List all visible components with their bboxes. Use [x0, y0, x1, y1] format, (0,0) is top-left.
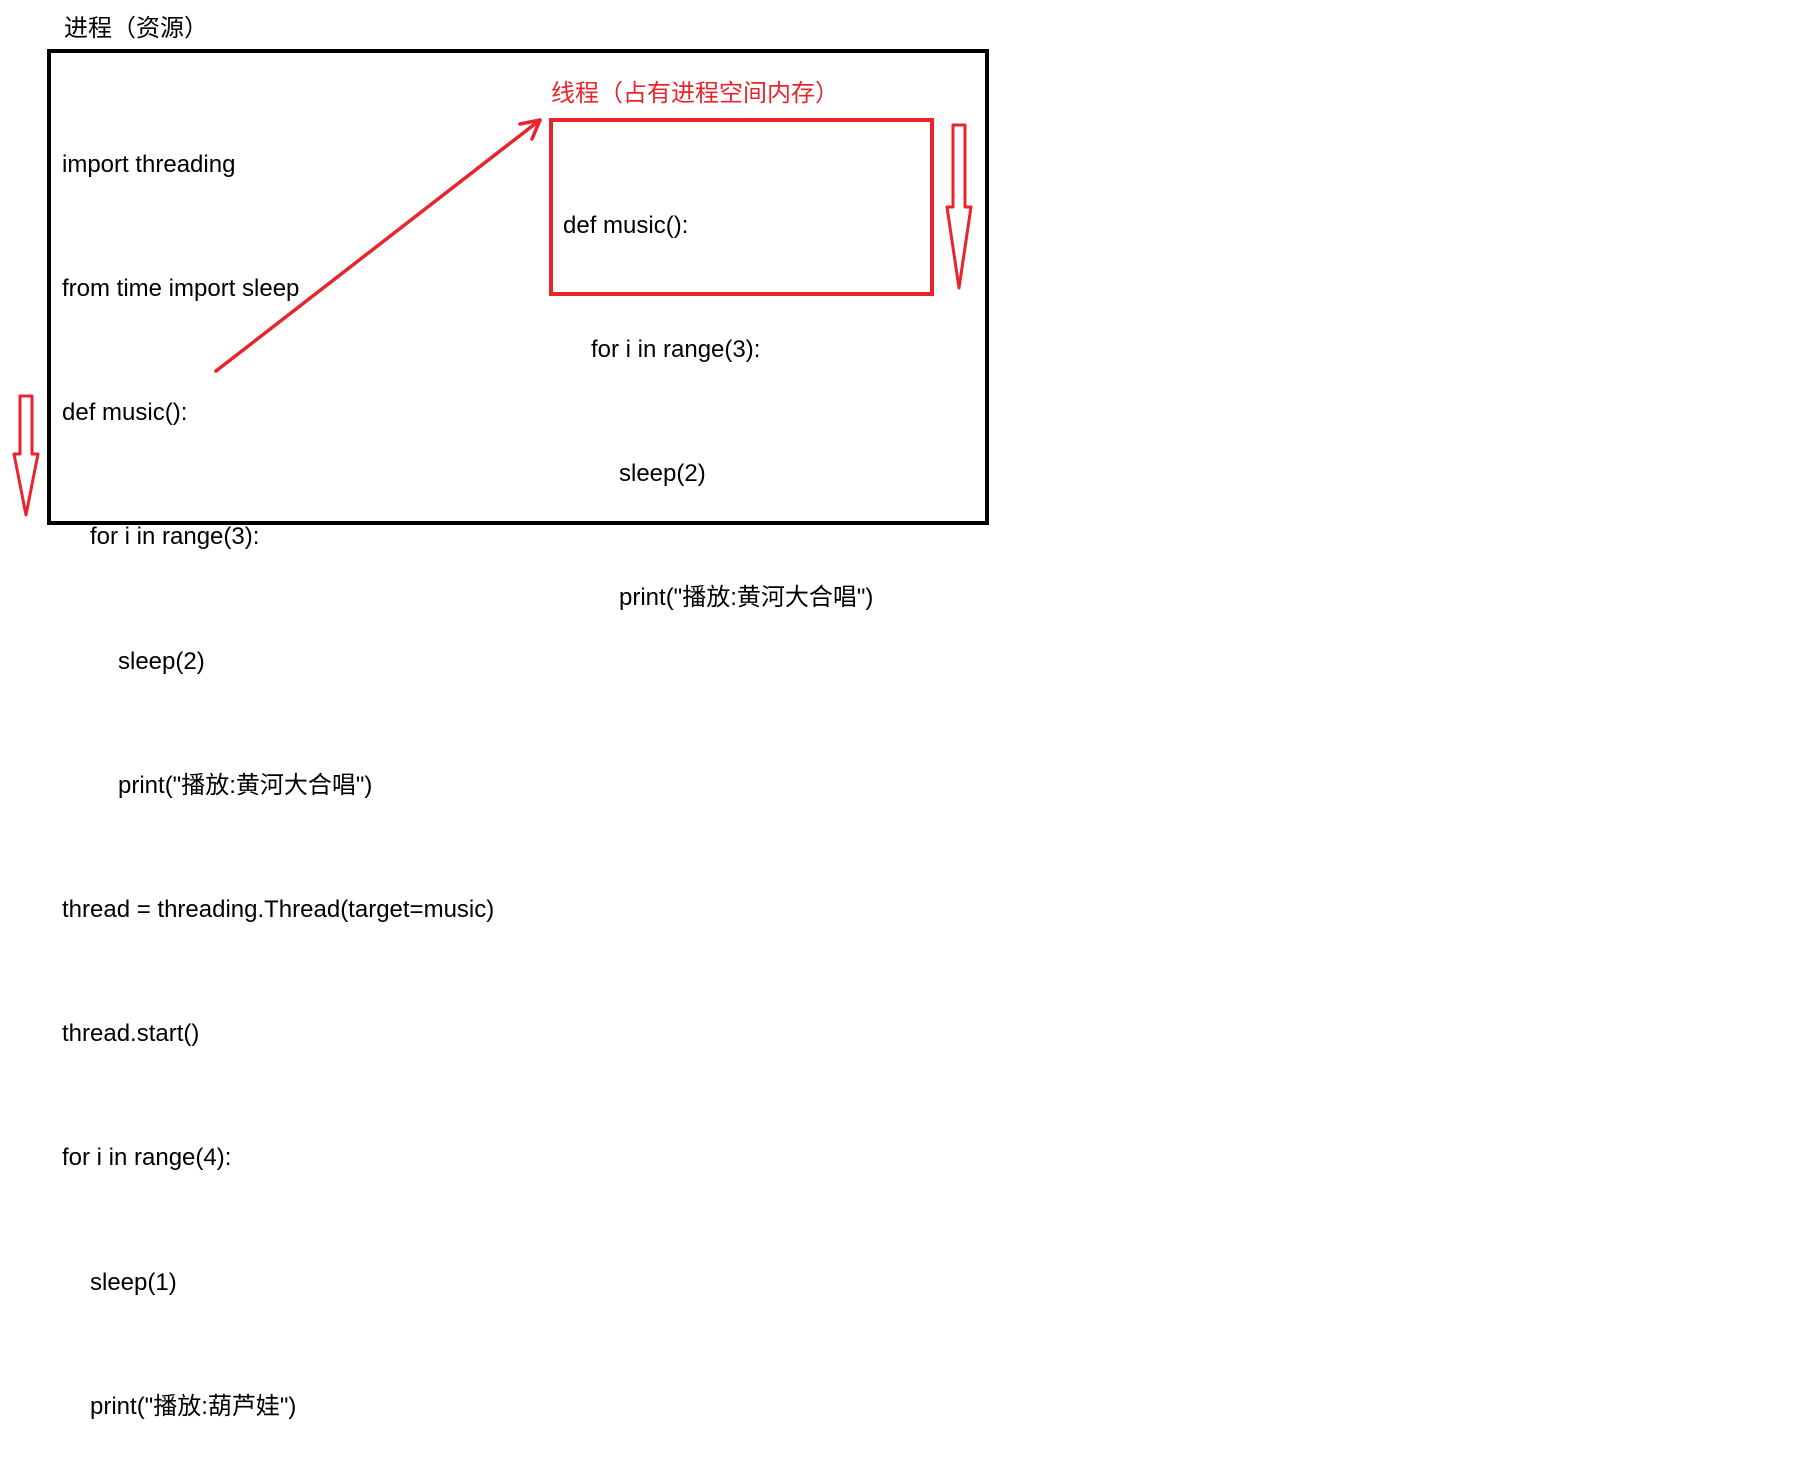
code-line: import threading [62, 150, 236, 178]
code-line: print("播放:黄河大合唱") [619, 584, 874, 612]
main-flow-down-arrow-icon [12, 394, 40, 517]
code-line: for i in range(3): [591, 336, 761, 364]
code-line: thread = threading.Thread(target=music) [62, 896, 495, 924]
code-line: for i in range(4): [62, 1144, 232, 1172]
code-line: print("播放:黄河大合唱") [118, 771, 373, 799]
process-title: 进程（资源） [64, 15, 208, 42]
code-line: thread.start() [62, 1020, 200, 1048]
code-line: print("播放:葫芦娃") [90, 1392, 297, 1420]
code-line: sleep(1) [90, 1268, 177, 1296]
code-line: from time import sleep [62, 275, 300, 303]
code-line: sleep(2) [118, 647, 205, 675]
code-line: def music(): [62, 399, 188, 427]
thread-code-block: def music(): for i in range(3): sleep(2)… [563, 122, 873, 660]
thread-label: 线程（占有进程空间内存） [551, 80, 839, 107]
code-line: sleep(2) [619, 460, 706, 488]
main-code-block: import threading from time import sleep … [62, 61, 494, 1469]
code-line: for i in range(3): [90, 523, 260, 551]
code-line: def music(): [563, 211, 689, 239]
